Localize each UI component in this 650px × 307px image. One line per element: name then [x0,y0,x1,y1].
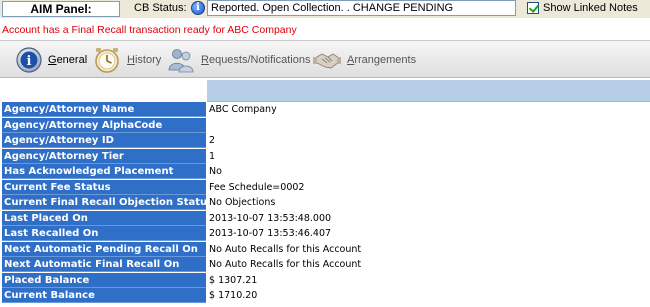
property-value: 1 [209,150,216,162]
property-value: $ 1710.20 [209,290,258,301]
property-label: Current Final Recall Objection Status [2,195,206,210]
property-label: Next Automatic Pending Recall On [2,241,206,257]
svg-text:i: i [27,54,32,69]
property-row[interactable]: Last Recalled On 2013-10-07 13:53:46.407 [0,226,650,242]
property-label: Has Acknowledged Placement [2,164,206,179]
property-value: No Auto Recalls for this Account [209,243,362,255]
property-value: ABC Company [209,104,277,115]
cb-status-label: CB Status: [134,2,187,14]
property-grid: Agency/Attorney Name ABC Company Agency/A… [0,102,650,304]
grid-header [207,80,650,102]
property-row[interactable]: Current Balance $ 1710.20 [0,288,650,304]
property-value: No Auto Recalls for this Account [209,259,362,270]
property-label: Agency/Attorney Name [2,102,206,117]
tab-toolbar: i General History Requests/Notifications [0,40,650,78]
property-row[interactable]: Placed Balance $ 1307.21 [0,272,650,289]
grid-header-left [0,80,207,102]
property-row[interactable]: Last Placed On 2013-10-07 13:53:48.000 [0,210,650,227]
aim-panel-title: AIM Panel: [2,1,120,17]
property-row[interactable]: Current Final Recall Objection Status No … [0,195,650,211]
tab-arrangements-label: Arrangements [347,54,417,66]
show-linked-notes-checkbox[interactable] [527,2,539,14]
property-value [209,118,648,133]
property-value: Fee Schedule=0002 [209,181,305,193]
info-icon[interactable]: i [191,1,205,15]
property-label: Last Placed On [2,210,206,226]
property-value: 2 [209,135,216,146]
property-value: $ 1307.21 [209,274,258,286]
property-row[interactable]: Agency/Attorney Tier 1 [0,148,650,165]
people-icon [168,49,194,73]
info-icon: i [16,47,42,73]
property-label: Agency/Attorney Tier [2,148,206,164]
property-label: Agency/Attorney ID [2,133,206,148]
handshake-icon [313,53,341,69]
status-bar: AIM Panel: CB Status: i Reported. Open C… [0,0,650,18]
property-row[interactable]: Agency/Attorney AlphaCode [0,117,650,134]
property-row[interactable]: Agency/Attorney ID 2 [0,133,650,149]
property-value: No Objections [209,197,276,208]
property-value: 2013-10-07 13:53:48.000 [209,212,332,224]
property-value: 2013-10-07 13:53:46.407 [209,228,332,239]
show-linked-notes-label: Show Linked Notes [543,2,638,14]
property-label: Placed Balance [2,272,206,288]
property-row[interactable]: Has Acknowledged Placement No [0,164,650,180]
property-label: Current Fee Status [2,179,206,195]
property-label: Next Automatic Final Recall On [2,257,206,272]
property-row[interactable]: Next Automatic Pending Recall On No Auto … [0,241,650,258]
tab-history-label: History [127,54,162,66]
property-value: No [209,166,222,177]
clock-icon [95,48,119,73]
recall-message: Account has a Final Recall transaction r… [2,24,297,36]
property-row[interactable]: Agency/Attorney Name ABC Company [0,102,650,118]
property-row[interactable]: Next Automatic Final Recall On No Auto Re… [0,257,650,273]
tab-requests-label: Requests/Notifications [201,54,311,66]
property-label: Current Balance [2,288,206,303]
tab-general-label: General [48,54,88,66]
property-label: Agency/Attorney AlphaCode [2,117,206,133]
property-row[interactable]: Current Fee Status Fee Schedule=0002 [0,179,650,196]
property-label: Last Recalled On [2,226,206,241]
cb-status-field[interactable]: Reported. Open Collection. . CHANGE PEND… [207,0,516,16]
